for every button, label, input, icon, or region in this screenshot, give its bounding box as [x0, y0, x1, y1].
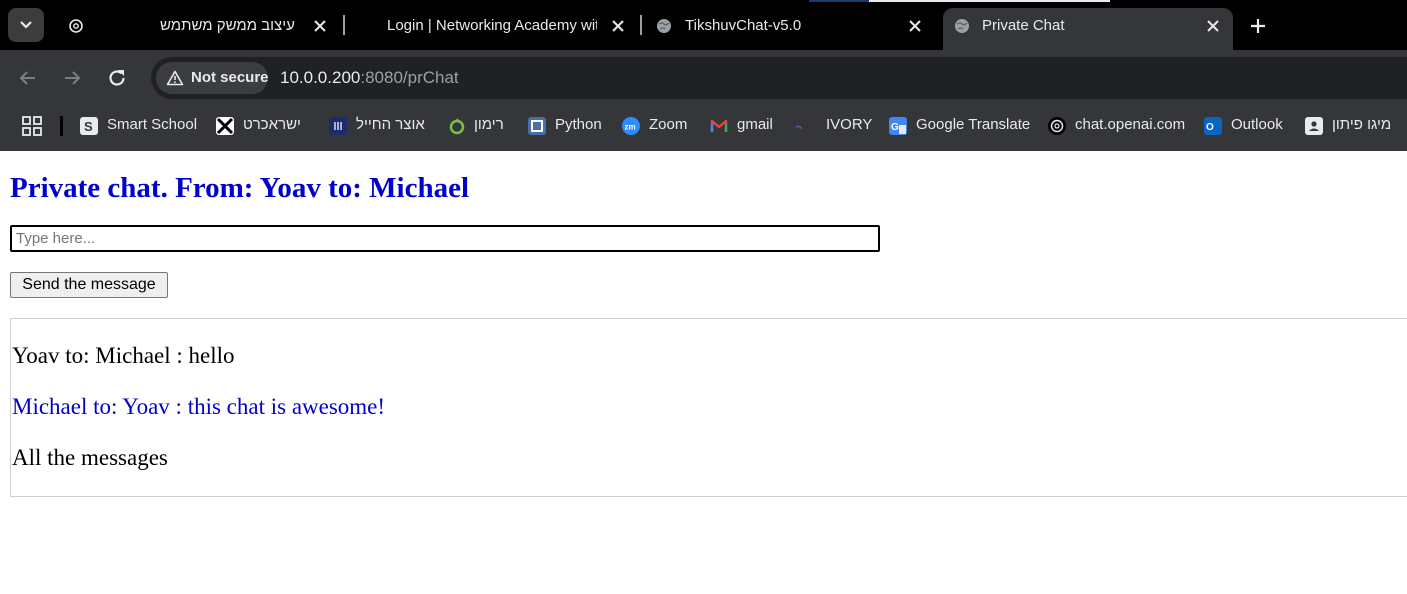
bookmark-label: Smart School: [107, 116, 198, 133]
bookmark-label: Zoom: [649, 116, 688, 133]
bookmark-chat-openai[interactable]: chat.openai.com: [1048, 115, 1188, 137]
bookmark-outlook[interactable]: O Outlook: [1204, 115, 1294, 137]
smart-school-icon: S: [80, 117, 98, 135]
rimon-icon: [448, 117, 466, 135]
forward-arrow-icon[interactable]: [60, 66, 84, 90]
bookmark-google-translate[interactable]: G Google Translate: [889, 115, 1031, 137]
gmail-icon: [710, 117, 728, 135]
python-icon: [528, 117, 546, 135]
url-host: 10.0.0.200: [280, 68, 361, 87]
bookmark-label: אוצר החייל: [356, 116, 425, 133]
browser-toolbar: Not secure 10.0.0.200:8080/prChat: [0, 50, 1407, 106]
tab-strip-highlight: [869, 0, 1110, 2]
bookmarks-bar: S Smart School ישראכרט אוצר החייל רימון …: [0, 106, 1407, 151]
bookmark-migo-python[interactable]: מיגו פיתון: [1305, 115, 1405, 137]
new-tab-plus-icon[interactable]: [1246, 14, 1270, 38]
tab-networking-academy[interactable]: Login | Networking Academy with: [345, 8, 639, 50]
bookmark-smart-school[interactable]: S Smart School: [80, 115, 198, 137]
tab-strip: עיצוב ממשק משתמש Login | Networking Acad…: [0, 0, 1407, 50]
message-input[interactable]: [10, 225, 880, 252]
tab-tikshuvchat[interactable]: TikshuvChat-v5.0: [642, 8, 936, 50]
bookmark-label: מיגו פיתון: [1332, 116, 1392, 133]
svg-text:O: O: [1206, 122, 1214, 133]
globe-icon: [657, 19, 671, 33]
zoom-icon: zm: [622, 117, 640, 135]
chat-message: Yoav to: Michael : hello: [12, 343, 235, 368]
bookmark-label: ישראכרט: [243, 116, 301, 133]
send-message-button[interactable]: Send the message: [10, 272, 168, 298]
tab-strip-highlight: [809, 0, 869, 2]
page-title: Private chat. From: Yoav to: Michael: [10, 172, 470, 204]
globe-icon: [955, 19, 969, 33]
tab-private-chat[interactable]: Private Chat: [943, 8, 1233, 50]
bookmark-isracard[interactable]: ישראכרט: [216, 115, 308, 137]
bookmark-label: Google Translate: [916, 116, 1031, 133]
address-bar[interactable]: Not secure 10.0.0.200:8080/prChat: [151, 57, 1407, 99]
messages-box: Yoav to: Michael : hello Michael to: Yoa…: [10, 318, 1407, 497]
close-icon[interactable]: [905, 16, 925, 36]
openai-icon: [1048, 117, 1066, 135]
bookmark-label: gmail: [737, 116, 773, 133]
bookmarks-separator: [60, 116, 63, 136]
outlook-icon: O: [1204, 117, 1222, 135]
isracard-icon: [216, 117, 234, 135]
tab-title: Login | Networking Academy with: [387, 17, 597, 34]
bookmark-label: Outlook: [1231, 116, 1283, 133]
svg-text:zm: zm: [625, 123, 636, 132]
contact-card-icon: [1305, 117, 1323, 135]
tab-title: Private Chat: [982, 17, 1065, 34]
google-translate-icon: G: [889, 117, 907, 135]
openai-icon: [69, 19, 83, 33]
bookmark-ivory[interactable]: IVORY: [793, 115, 873, 137]
tab-ui-design[interactable]: עיצוב ממשק משתמש: [52, 8, 342, 50]
tab-title: עיצוב ממשק משתמש: [160, 17, 295, 34]
tab-search-button[interactable]: [8, 8, 44, 42]
bookmark-gmail[interactable]: gmail: [710, 115, 778, 137]
tab-title: TikshuvChat-v5.0: [685, 17, 802, 34]
close-icon[interactable]: [1203, 16, 1223, 36]
bookmark-otzar-hahayal[interactable]: אוצר החייל: [329, 115, 431, 137]
chat-message: Michael to: Yoav : this chat is awesome!: [12, 394, 386, 419]
bookmark-python[interactable]: Python: [528, 115, 606, 137]
url-text[interactable]: 10.0.0.200:8080/prChat: [280, 68, 459, 88]
close-icon[interactable]: [310, 16, 330, 36]
close-icon[interactable]: [608, 16, 628, 36]
svg-text:S: S: [84, 119, 93, 134]
bookmark-label: IVORY: [826, 116, 873, 133]
bookmark-label: Python: [555, 116, 602, 133]
bookmark-rimon[interactable]: רימון: [448, 115, 510, 137]
chat-message: All the messages: [12, 445, 168, 470]
security-label: Not secure: [191, 69, 269, 86]
chevron-down-icon: [20, 21, 32, 29]
url-path: :8080/prChat: [360, 68, 459, 87]
back-arrow-icon[interactable]: [16, 66, 40, 90]
bookmark-zoom[interactable]: zm Zoom: [622, 115, 692, 137]
reload-icon[interactable]: [105, 66, 129, 90]
warning-triangle-icon: [166, 70, 184, 86]
svg-text:G: G: [891, 122, 899, 133]
apps-grid-icon[interactable]: [22, 116, 42, 136]
ivory-icon: [793, 117, 811, 135]
page-content: Private chat. From: Yoav to: Michael Sen…: [0, 151, 1407, 594]
otzar-hahayal-icon: [329, 117, 347, 135]
bookmark-label: רימון: [474, 116, 504, 133]
bookmark-label: chat.openai.com: [1075, 116, 1186, 133]
